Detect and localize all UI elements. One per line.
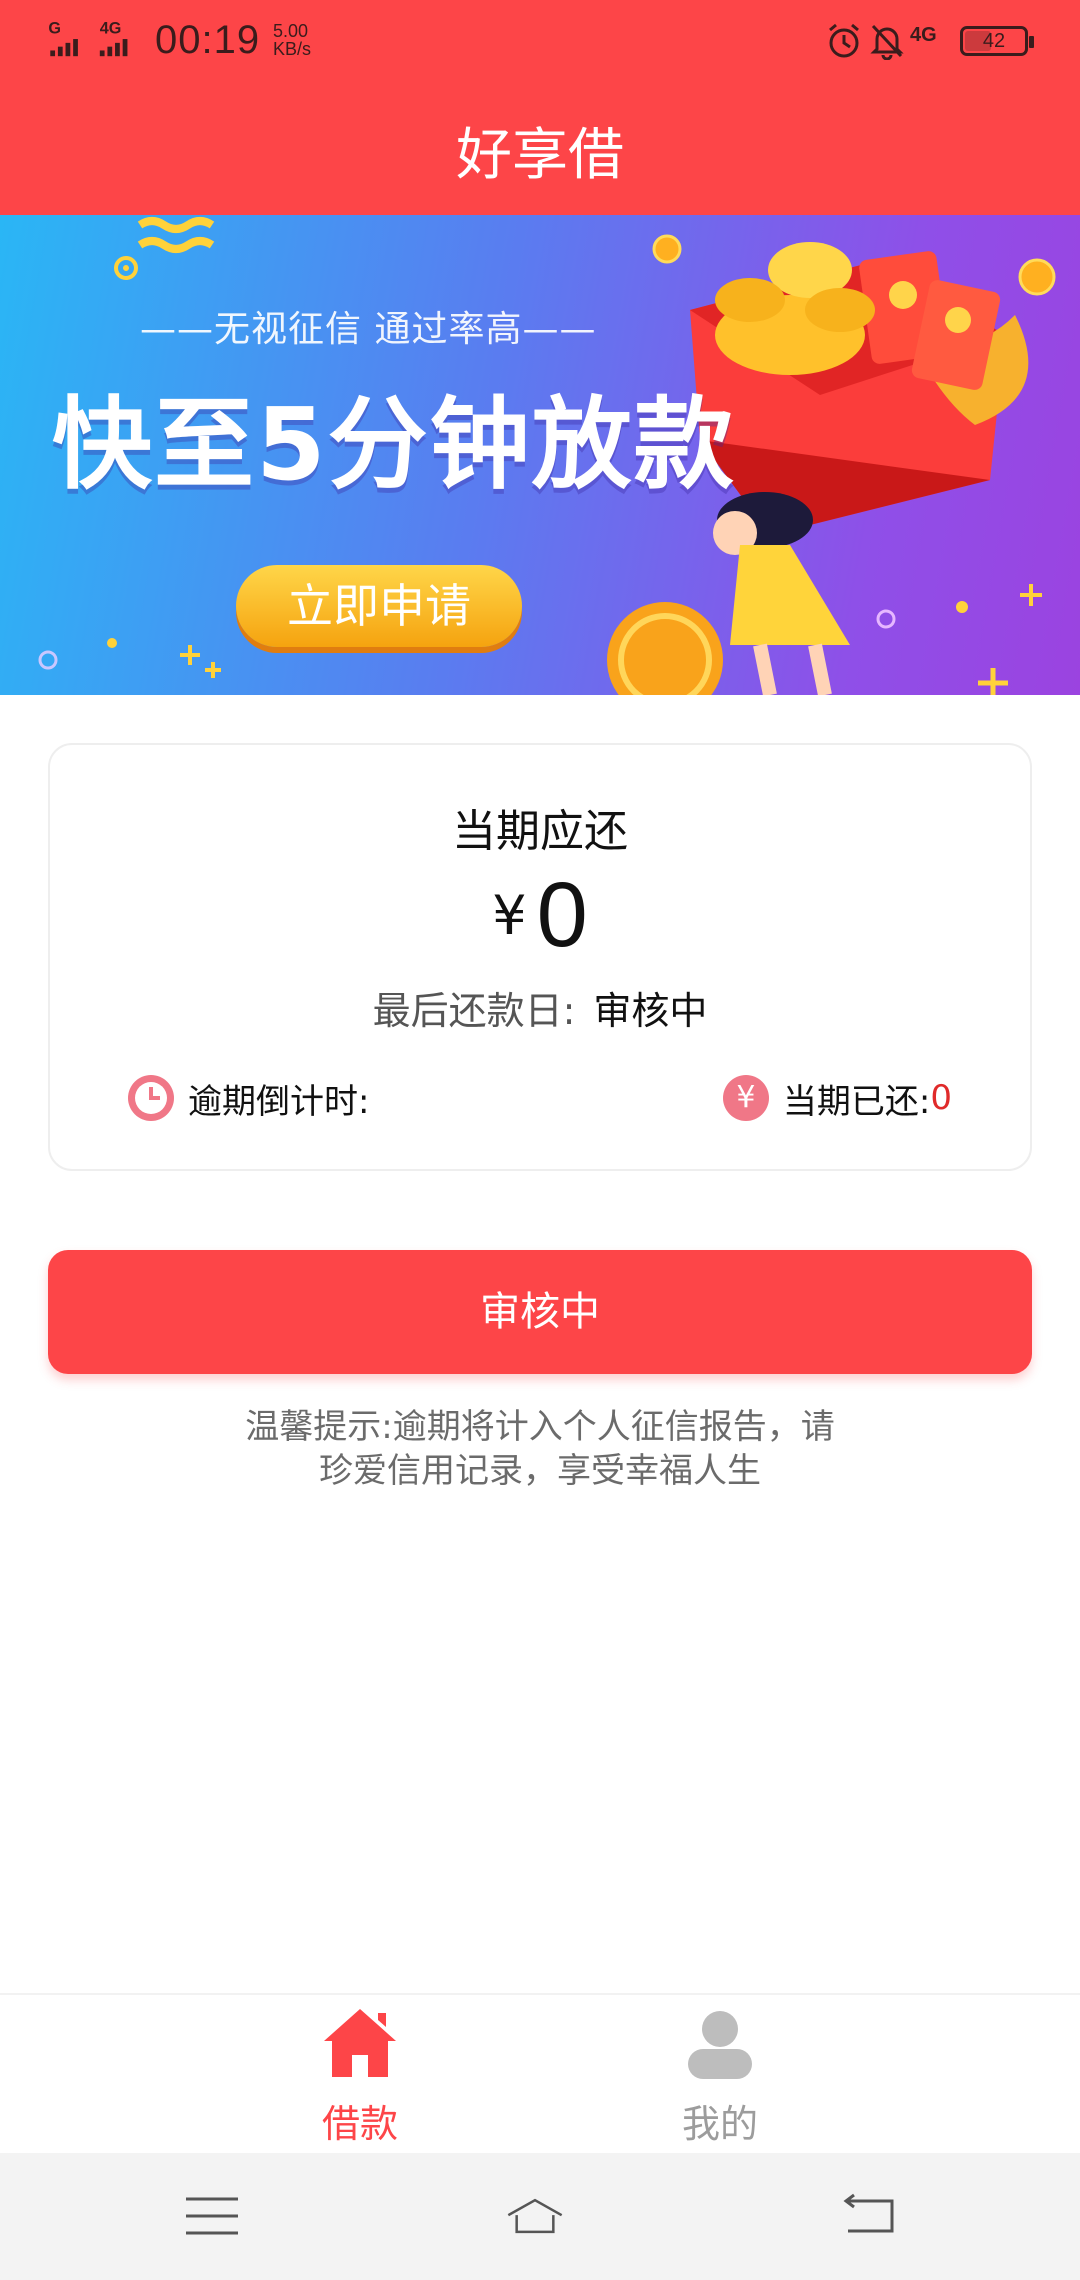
amount-value: 0 — [536, 864, 588, 966]
tab-loan-label: 借款 — [321, 2102, 398, 2146]
repayment-card: 当期应还 ¥0 最后还款日: 审核中 逾期倒计时: ¥ 当期已还: 0 — [48, 743, 1032, 1171]
back-icon[interactable] — [840, 2191, 900, 2241]
signal-1-text: G — [48, 20, 61, 37]
bottom-tab-bar: 借款 我的 — [0, 1993, 1080, 2153]
clock-icon — [128, 1075, 174, 1121]
signal-icon: G 4G — [48, 20, 128, 57]
signal-2-text: 4G — [100, 20, 122, 37]
currency-symbol: ¥ — [492, 884, 527, 947]
tab-mine-label: 我的 — [681, 2102, 758, 2146]
system-navigation-bar — [0, 2153, 1080, 2280]
promo-banner[interactable]: ——无视征信 通过率高—— 快至5分钟放款 立即申请 — [0, 215, 1080, 695]
net-speed-value: 5.00 — [273, 21, 309, 41]
reminder-tip-line-1: 温馨提示:逾期将计入个人征信报告，请 — [245, 1407, 835, 1447]
net-speed-unit: KB/s — [273, 39, 312, 59]
home-nav-icon[interactable] — [505, 2191, 565, 2241]
net-speed: 5.00 KB/s — [273, 22, 311, 58]
apply-now-button[interactable]: 立即申请 — [236, 565, 522, 647]
paid-value: 0 — [930, 1078, 952, 1118]
network-type: 4G — [910, 24, 937, 46]
menu-icon[interactable] — [182, 2191, 242, 2241]
battery-icon: 42 — [960, 26, 1034, 56]
home-icon — [324, 2009, 396, 2077]
countdown-label: 逾期倒计时: — [188, 1081, 370, 1122]
amount-due: ¥0 — [50, 863, 1030, 968]
paid-label: 当期已还: — [782, 1081, 931, 1122]
banner-subtitle: ——无视征信 通过率高—— — [140, 309, 597, 350]
review-status-button[interactable]: 审核中 — [48, 1250, 1032, 1374]
clock: 00:19 — [155, 18, 261, 62]
card-title: 当期应还 — [452, 806, 628, 857]
reminder-tip-line-2: 珍爱信用记录，享受幸福人生 — [319, 1451, 761, 1491]
user-icon — [688, 2011, 752, 2079]
due-date-label: 最后还款日: — [372, 989, 576, 1033]
yuan-icon: ¥ — [722, 1075, 769, 1121]
due-date-row: 最后还款日: 审核中 — [50, 980, 1030, 1035]
mute-bell-icon — [870, 24, 904, 60]
reminder-tip: 温馨提示:逾期将计入个人征信报告，请 珍爱信用记录，享受幸福人生 — [215, 1405, 865, 1493]
status-bar: G 4G 00:19 5.00 KB/s 4G 42 — [0, 0, 1080, 85]
paid-this-period: ¥ 当期已还: 0 — [722, 1073, 952, 1123]
tab-loan[interactable]: 借款 — [260, 1995, 460, 2155]
app-header: G 4G 00:19 5.00 KB/s 4G 42 好享借 — [0, 0, 1080, 215]
overdue-countdown: 逾期倒计时: — [128, 1073, 369, 1123]
page-title: 好享借 — [456, 123, 624, 188]
battery-level-text: 42 — [982, 30, 1006, 52]
due-date-status: 审核中 — [593, 989, 708, 1033]
tab-mine[interactable]: 我的 — [620, 1995, 820, 2155]
alarm-icon — [829, 23, 859, 58]
banner-headline: 快至5分钟放款 — [52, 386, 736, 503]
